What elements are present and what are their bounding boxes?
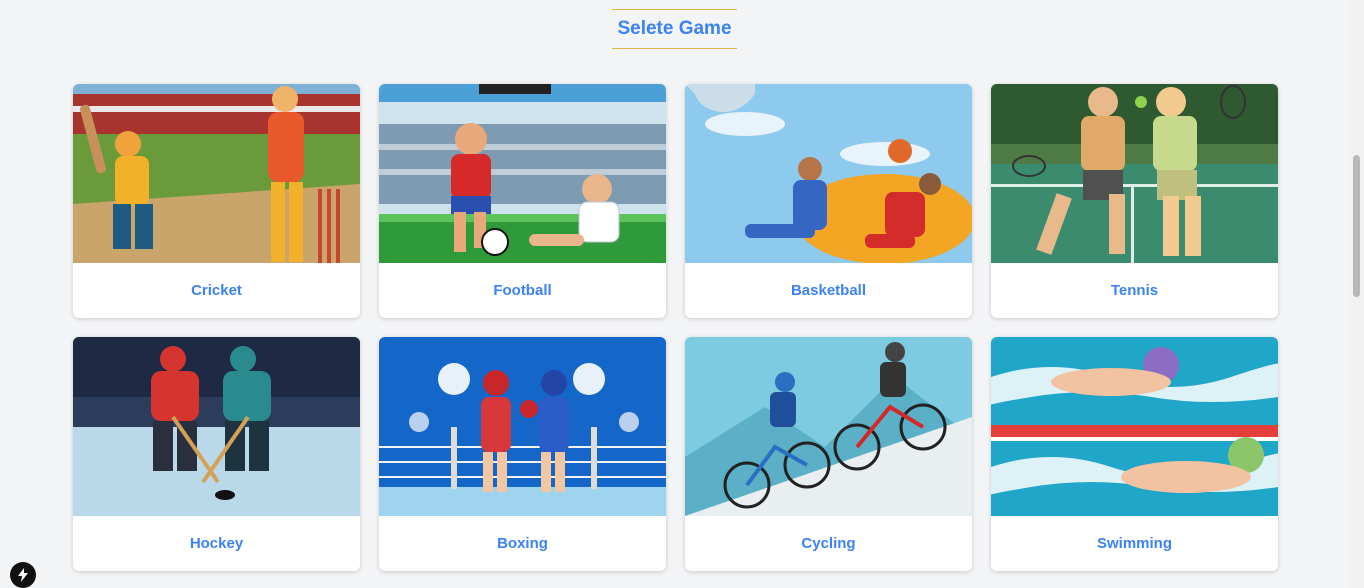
- boxing-image: [379, 337, 666, 516]
- game-card-football[interactable]: Football: [379, 84, 666, 318]
- page-title: Selete Game: [612, 9, 737, 49]
- game-label: Cricket: [191, 282, 242, 299]
- page-scrollbar[interactable]: [1349, 0, 1364, 588]
- game-label: Boxing: [497, 535, 548, 552]
- game-label: Hockey: [189, 535, 244, 552]
- football-image: [379, 84, 666, 263]
- lightning-icon[interactable]: [10, 562, 36, 588]
- swimming-image: [991, 337, 1278, 516]
- tennis-image: [991, 84, 1278, 263]
- game-label: Football: [493, 282, 552, 299]
- game-card-boxing[interactable]: Boxing: [379, 337, 666, 571]
- game-grid: Cricket Football Basketball Tennis Hocke…: [73, 84, 1278, 571]
- game-label: Tennis: [1110, 282, 1159, 299]
- game-card-tennis[interactable]: Tennis: [991, 84, 1278, 318]
- game-card-basketball[interactable]: Basketball: [685, 84, 972, 318]
- game-label: Cycling: [801, 535, 856, 552]
- game-card-hockey[interactable]: Hockey: [73, 337, 360, 571]
- game-card-swimming[interactable]: Swimming: [991, 337, 1278, 571]
- cricket-image: [73, 84, 360, 263]
- cycling-image: [685, 337, 972, 516]
- game-label: Swimming: [1096, 535, 1172, 552]
- game-card-cycling[interactable]: Cycling: [685, 337, 972, 571]
- basketball-image: [685, 84, 972, 263]
- hockey-image: [73, 337, 360, 516]
- game-label: Basketball: [790, 282, 867, 299]
- game-card-cricket[interactable]: Cricket: [73, 84, 360, 318]
- scrollbar-thumb[interactable]: [1353, 155, 1360, 297]
